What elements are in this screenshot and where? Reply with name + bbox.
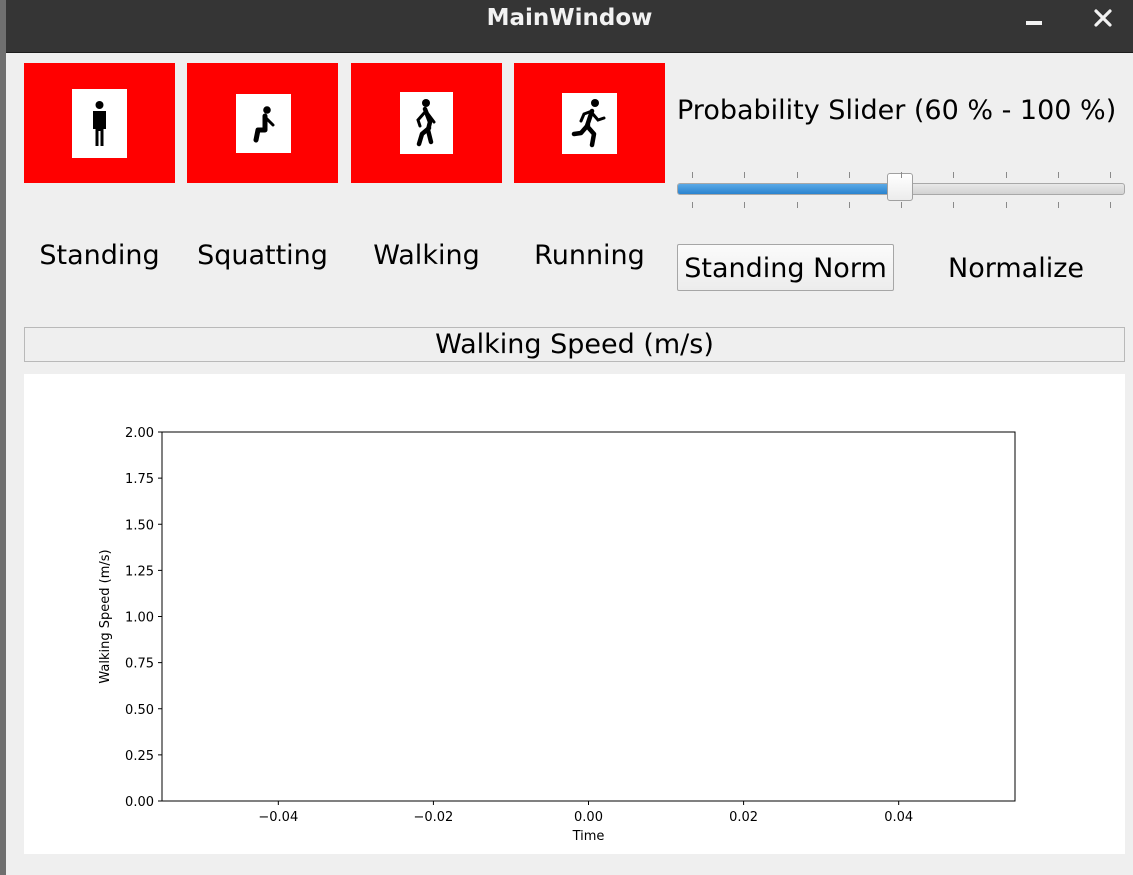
y-tick-label: 1.75: [125, 472, 154, 487]
walking-label: Walking: [373, 240, 480, 271]
slider-tick: [848, 202, 850, 208]
slider-tick: [692, 172, 693, 178]
close-icon: [1094, 9, 1112, 27]
slider-tick: [848, 172, 850, 178]
y-tick-label: 2.00: [125, 426, 154, 441]
slider-tick: [744, 172, 746, 178]
slider-tick: [901, 202, 902, 208]
walking-speed-header: Walking Speed (m/s): [24, 327, 1125, 362]
x-tick-label: 0.02: [729, 810, 758, 825]
x-tick-label: −0.02: [413, 810, 453, 825]
slider-tick: [1110, 172, 1111, 178]
running-person-icon: [562, 93, 617, 154]
squatting-indicator: [187, 63, 338, 183]
close-button[interactable]: [1086, 2, 1118, 32]
walking-person-icon: [400, 92, 453, 154]
main-window: MainWindow Standing Squatting Walking Ru…: [6, 0, 1133, 875]
running-label: Running: [534, 240, 645, 271]
slider-tick: [1057, 172, 1059, 178]
squatting-person-icon: [236, 94, 291, 153]
probability-slider-label: Probability Slider (60 % - 100 %): [677, 95, 1117, 126]
x-tick-label: −0.04: [258, 810, 298, 825]
walking-indicator: [351, 63, 502, 183]
slider-fill: [678, 184, 901, 194]
standing-indicator: [24, 63, 175, 183]
walking-speed-chart: −0.04 −0.02 0.00 0.02 0.04 0.00 0.25 0.50 0.75 1.…: [98, 426, 1016, 844]
x-tick-label: 0.00: [574, 810, 603, 825]
y-tick-label: 1.00: [125, 611, 154, 626]
y-tick-label: 1.50: [125, 518, 154, 533]
slider-tick: [796, 202, 798, 208]
slider-tick: [796, 172, 798, 178]
running-indicator: [514, 63, 665, 183]
window-title: MainWindow: [486, 5, 653, 31]
x-axis-label: Time: [572, 829, 605, 844]
y-tick-label: 0.75: [125, 657, 154, 672]
y-tick-label: 1.25: [125, 564, 154, 579]
slider-tick: [1005, 172, 1007, 178]
y-tick-label: 0.25: [125, 749, 154, 764]
slider-tick: [953, 202, 955, 208]
y-axis-label: Walking Speed (m/s): [98, 549, 113, 683]
standing-norm-button[interactable]: Standing Norm: [677, 244, 894, 291]
y-tick-label: 0.50: [125, 703, 154, 718]
slider-tick: [1057, 202, 1059, 208]
plot-frame: [161, 431, 1016, 802]
standing-label: Standing: [39, 240, 160, 271]
normalize-label: Normalize: [948, 253, 1084, 284]
slider-tick: [1005, 202, 1007, 208]
slider-handle[interactable]: [887, 173, 913, 201]
slider-tick: [744, 202, 746, 208]
minimize-button[interactable]: [1019, 2, 1051, 32]
slider-tick: [901, 172, 902, 178]
y-tick-label: 0.00: [125, 795, 154, 810]
slider-tick: [953, 172, 955, 178]
squatting-label: Squatting: [197, 240, 328, 271]
x-tick-label: 0.04: [884, 810, 913, 825]
slider-tick: [1110, 202, 1111, 208]
standing-person-icon: [72, 89, 127, 158]
title-bar: MainWindow: [6, 0, 1133, 53]
slider-tick: [692, 202, 693, 208]
walking-speed-plot: −0.04 −0.02 0.00 0.02 0.04 0.00 0.25 0.50 0.75 1.…: [24, 374, 1125, 854]
probability-slider[interactable]: [677, 170, 1125, 210]
